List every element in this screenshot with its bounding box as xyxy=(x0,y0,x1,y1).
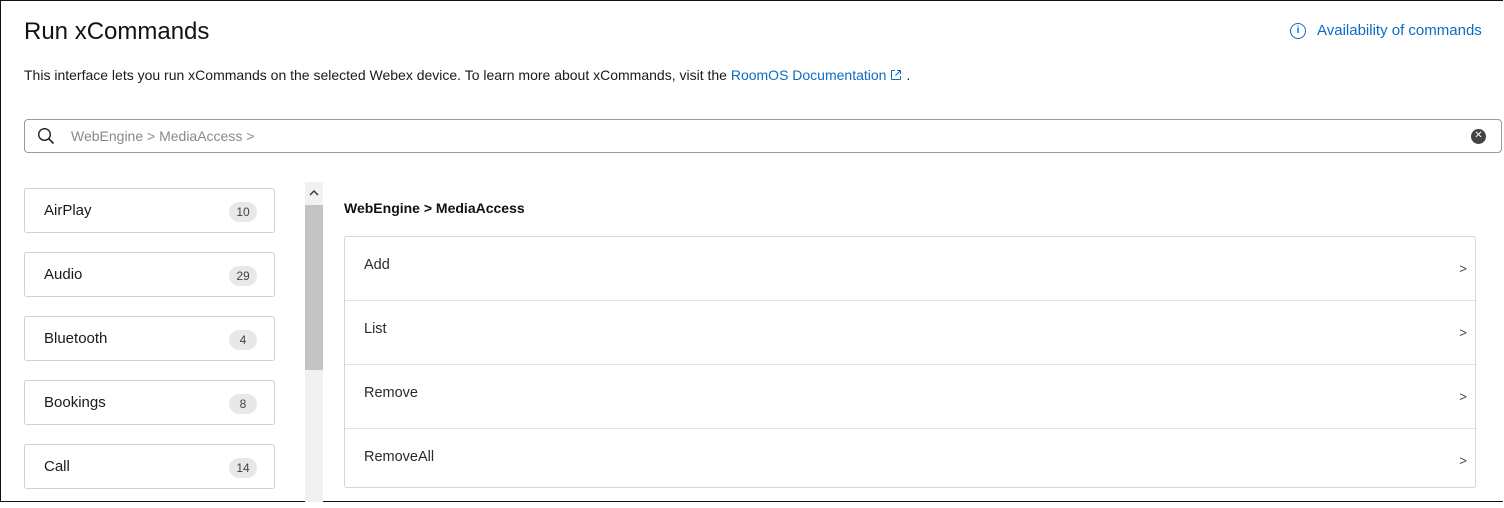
command-label: List xyxy=(364,320,387,337)
scrollbar-thumb[interactable] xyxy=(305,205,323,370)
count-badge: 14 xyxy=(229,458,257,478)
count-badge: 4 xyxy=(229,330,257,350)
chevron-right-icon: > xyxy=(1459,325,1467,340)
command-label: RemoveAll xyxy=(364,448,435,465)
intro-text: This interface lets you run xCommands on… xyxy=(24,67,910,83)
command-label: Remove xyxy=(364,384,418,401)
category-list: AirPlay 10 Audio 29 Bluetooth 4 Bookings… xyxy=(24,188,275,508)
count-badge: 8 xyxy=(229,394,257,414)
category-label: AirPlay xyxy=(44,202,92,219)
category-item-bluetooth[interactable]: Bluetooth 4 xyxy=(24,316,275,361)
category-label: Bookings xyxy=(44,394,106,411)
availability-label: Availability of commands xyxy=(1317,22,1482,39)
breadcrumb: WebEngine > MediaAccess xyxy=(344,200,525,216)
search-input[interactable] xyxy=(69,127,1471,145)
chevron-right-icon: > xyxy=(1459,389,1467,404)
count-badge: 10 xyxy=(229,202,257,222)
info-icon: i xyxy=(1290,22,1306,39)
category-item-airplay[interactable]: AirPlay 10 xyxy=(24,188,275,233)
category-item-call[interactable]: Call 14 xyxy=(24,444,275,489)
category-label: Bluetooth xyxy=(44,330,108,347)
command-item-list[interactable]: List > xyxy=(345,301,1475,365)
command-list: Add > List > Remove > RemoveAll > xyxy=(344,236,1476,488)
command-item-removeall[interactable]: RemoveAll > xyxy=(345,429,1475,492)
scroll-up-icon[interactable] xyxy=(305,182,323,202)
count-badge: 29 xyxy=(229,266,257,286)
command-label: Add xyxy=(364,256,390,273)
clear-search-icon[interactable]: ✕ xyxy=(1471,128,1486,144)
category-label: Call xyxy=(44,458,70,475)
page-title: Run xCommands xyxy=(24,18,210,45)
category-item-bookings[interactable]: Bookings 8 xyxy=(24,380,275,425)
roomos-documentation-link[interactable]: RoomOS Documentation xyxy=(731,67,903,83)
category-item-audio[interactable]: Audio 29 xyxy=(24,252,275,297)
chevron-right-icon: > xyxy=(1459,453,1467,468)
search-icon xyxy=(37,127,55,145)
category-label: Audio xyxy=(44,266,83,283)
command-item-remove[interactable]: Remove > xyxy=(345,365,1475,429)
external-link-icon xyxy=(891,70,902,80)
availability-link[interactable]: i Availability of commands xyxy=(1290,22,1482,39)
search-bar: ✕ xyxy=(24,119,1502,153)
command-item-add[interactable]: Add > xyxy=(345,237,1475,301)
intro-body: This interface lets you run xCommands on… xyxy=(24,67,731,83)
chevron-right-icon: > xyxy=(1459,261,1467,276)
intro-suffix: . xyxy=(906,67,911,83)
roomos-documentation-label: RoomOS Documentation xyxy=(730,67,887,83)
